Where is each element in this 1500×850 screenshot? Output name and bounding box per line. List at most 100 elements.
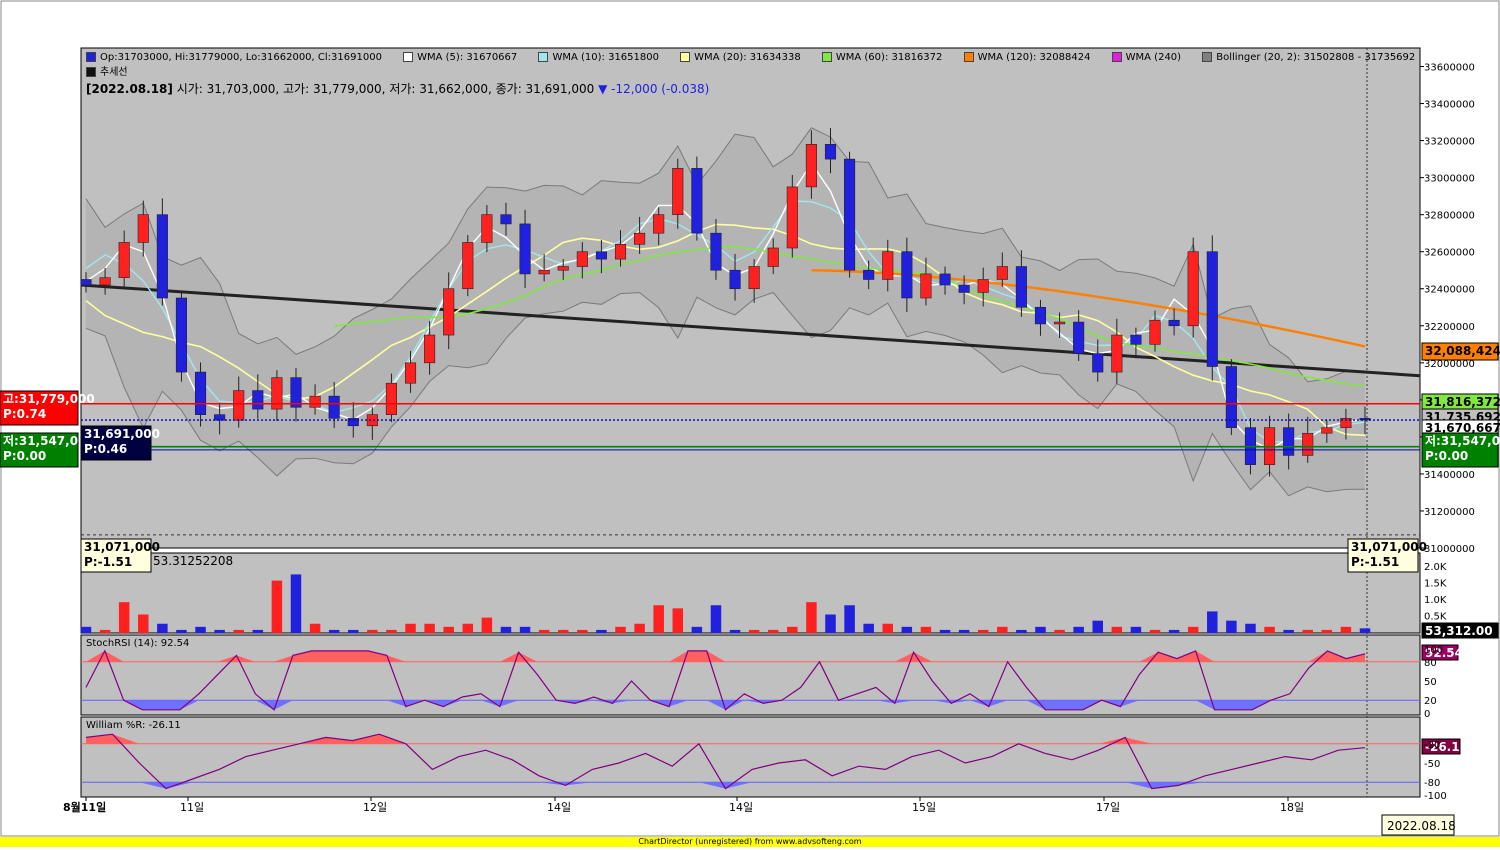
left-tag-low-p: P:0.00 bbox=[3, 449, 46, 463]
candle-body bbox=[252, 390, 264, 410]
price-tick-label: 31400000 bbox=[1424, 470, 1475, 481]
volume-bar bbox=[787, 626, 798, 633]
candle-body bbox=[1302, 432, 1314, 456]
price-info-line: [2022.08.18] 시가: 31,703,000, 고가: 31,779,… bbox=[86, 80, 709, 97]
will-tick-label: -80 bbox=[1424, 778, 1440, 789]
info-open: 시가: 31,703,000, bbox=[176, 82, 280, 96]
volume-bar bbox=[176, 629, 187, 633]
candle-body bbox=[194, 371, 207, 415]
candle-body bbox=[1187, 251, 1199, 327]
price-tick-label: 32800000 bbox=[1424, 211, 1475, 222]
candle-body bbox=[309, 395, 321, 408]
right-tag-wma60-value: 31,816,372 bbox=[1425, 395, 1500, 409]
candle-body bbox=[1283, 427, 1295, 456]
candle-body bbox=[500, 214, 512, 225]
volume-bar bbox=[386, 629, 397, 633]
candle-body bbox=[1206, 251, 1218, 367]
volume-bar bbox=[958, 629, 970, 633]
candle-body bbox=[156, 214, 168, 299]
candle-body bbox=[366, 414, 378, 427]
candle-body bbox=[443, 288, 455, 336]
stoch-tick-label: 20 bbox=[1424, 696, 1437, 707]
x-tick-label: 8월11일 bbox=[63, 800, 106, 814]
volume-bar bbox=[348, 629, 359, 633]
candle-body bbox=[557, 266, 569, 271]
left-tag-high-p: P:0.74 bbox=[3, 407, 46, 421]
info-date: [2022.08.18] bbox=[86, 82, 173, 96]
price-tick-label: 33400000 bbox=[1424, 100, 1475, 111]
x-tick-label: 12일 bbox=[363, 800, 387, 814]
volume-bar bbox=[596, 629, 607, 633]
volume-bar bbox=[1207, 611, 1218, 633]
candle-body bbox=[1015, 266, 1027, 308]
right-tag-wma60: 31,816,372 bbox=[1421, 393, 1500, 412]
candle-body bbox=[1168, 319, 1180, 327]
price-tick-label: 32600000 bbox=[1424, 248, 1475, 259]
x-tick-label: 15일 bbox=[912, 800, 936, 814]
volume-tick-label: 2.0K bbox=[1424, 562, 1447, 573]
volume-bar bbox=[367, 629, 378, 633]
right-tag-low-value: 저:31,547,000 bbox=[1425, 433, 1500, 448]
stoch-tick-label: 0 bbox=[1424, 709, 1430, 720]
candle-body bbox=[462, 242, 474, 290]
candle-body bbox=[634, 232, 646, 245]
right-tag-wma120: 32,088,424 bbox=[1421, 342, 1500, 361]
volume-tick-label: 1.5K bbox=[1424, 579, 1447, 590]
candle-body bbox=[882, 251, 894, 280]
candle-body bbox=[424, 334, 436, 364]
info-change: ▼ -12,000 (-0.038) bbox=[598, 82, 710, 96]
candle-body bbox=[137, 214, 149, 243]
volume-bar bbox=[538, 629, 550, 633]
price-tick-label: 31200000 bbox=[1424, 507, 1475, 518]
candle-body bbox=[290, 377, 302, 408]
volume-bar bbox=[729, 629, 741, 633]
volume-bar bbox=[672, 608, 684, 633]
volume-bar bbox=[462, 623, 474, 633]
date-box: 2022.08.18 bbox=[1381, 814, 1456, 836]
volume-bar bbox=[557, 629, 569, 633]
volume-bar bbox=[157, 623, 168, 633]
volume-bar bbox=[1226, 620, 1237, 633]
x-tick-label: 14일 bbox=[547, 800, 571, 814]
legend-wma20: WMA (20): 31634338 bbox=[694, 52, 801, 63]
candle-body bbox=[824, 143, 837, 160]
volume-bar bbox=[1187, 626, 1199, 633]
williams-panel bbox=[80, 716, 1421, 798]
info-close: 종가: 31,691,000 bbox=[495, 82, 595, 96]
info-low: 저가: 31,662,000, bbox=[389, 82, 492, 96]
candle-body bbox=[901, 251, 913, 299]
candle-body bbox=[214, 414, 226, 421]
candle-body bbox=[385, 382, 397, 415]
candle-body bbox=[710, 232, 722, 271]
volume-bar bbox=[1111, 626, 1123, 633]
volume-bar bbox=[748, 629, 760, 633]
volume-bar bbox=[1321, 629, 1333, 633]
volume-bar bbox=[1359, 628, 1371, 633]
candle-body bbox=[328, 395, 340, 419]
volume-bar bbox=[710, 605, 722, 633]
volume-bar bbox=[290, 574, 302, 633]
volume-bar bbox=[424, 623, 435, 633]
candle-body bbox=[996, 266, 1008, 280]
candle-body bbox=[1130, 334, 1142, 345]
info-high: 고가: 31,779,000, bbox=[283, 82, 386, 96]
chart-canvas: 3360000033400000332000003300000032800000… bbox=[0, 0, 1500, 837]
candle-body bbox=[118, 242, 130, 278]
candle-body bbox=[1321, 427, 1333, 434]
volume-bar bbox=[863, 623, 874, 633]
left-tag-bottom: 31,071,000P:-1.51 bbox=[80, 538, 160, 573]
will-tick-label: -50 bbox=[1424, 759, 1440, 770]
volume-bar bbox=[252, 629, 264, 633]
date-box-text: 2022.08.18 bbox=[1387, 819, 1456, 833]
x-tick-label: 14일 bbox=[729, 800, 753, 814]
candle-body bbox=[1092, 353, 1104, 373]
volume-bar bbox=[99, 629, 111, 633]
volume-bar bbox=[405, 623, 416, 633]
legend-ohlc: Op:31703000, Hi:31779000, Lo:31662000, C… bbox=[100, 52, 382, 63]
volume-bar bbox=[1302, 629, 1313, 633]
x-tick-label: 11일 bbox=[180, 800, 204, 814]
candle-body bbox=[691, 168, 703, 234]
volume-bar bbox=[138, 614, 149, 633]
right-tag-volume-value: 53,312.00 bbox=[1425, 624, 1493, 638]
volume-bar bbox=[1340, 626, 1352, 633]
